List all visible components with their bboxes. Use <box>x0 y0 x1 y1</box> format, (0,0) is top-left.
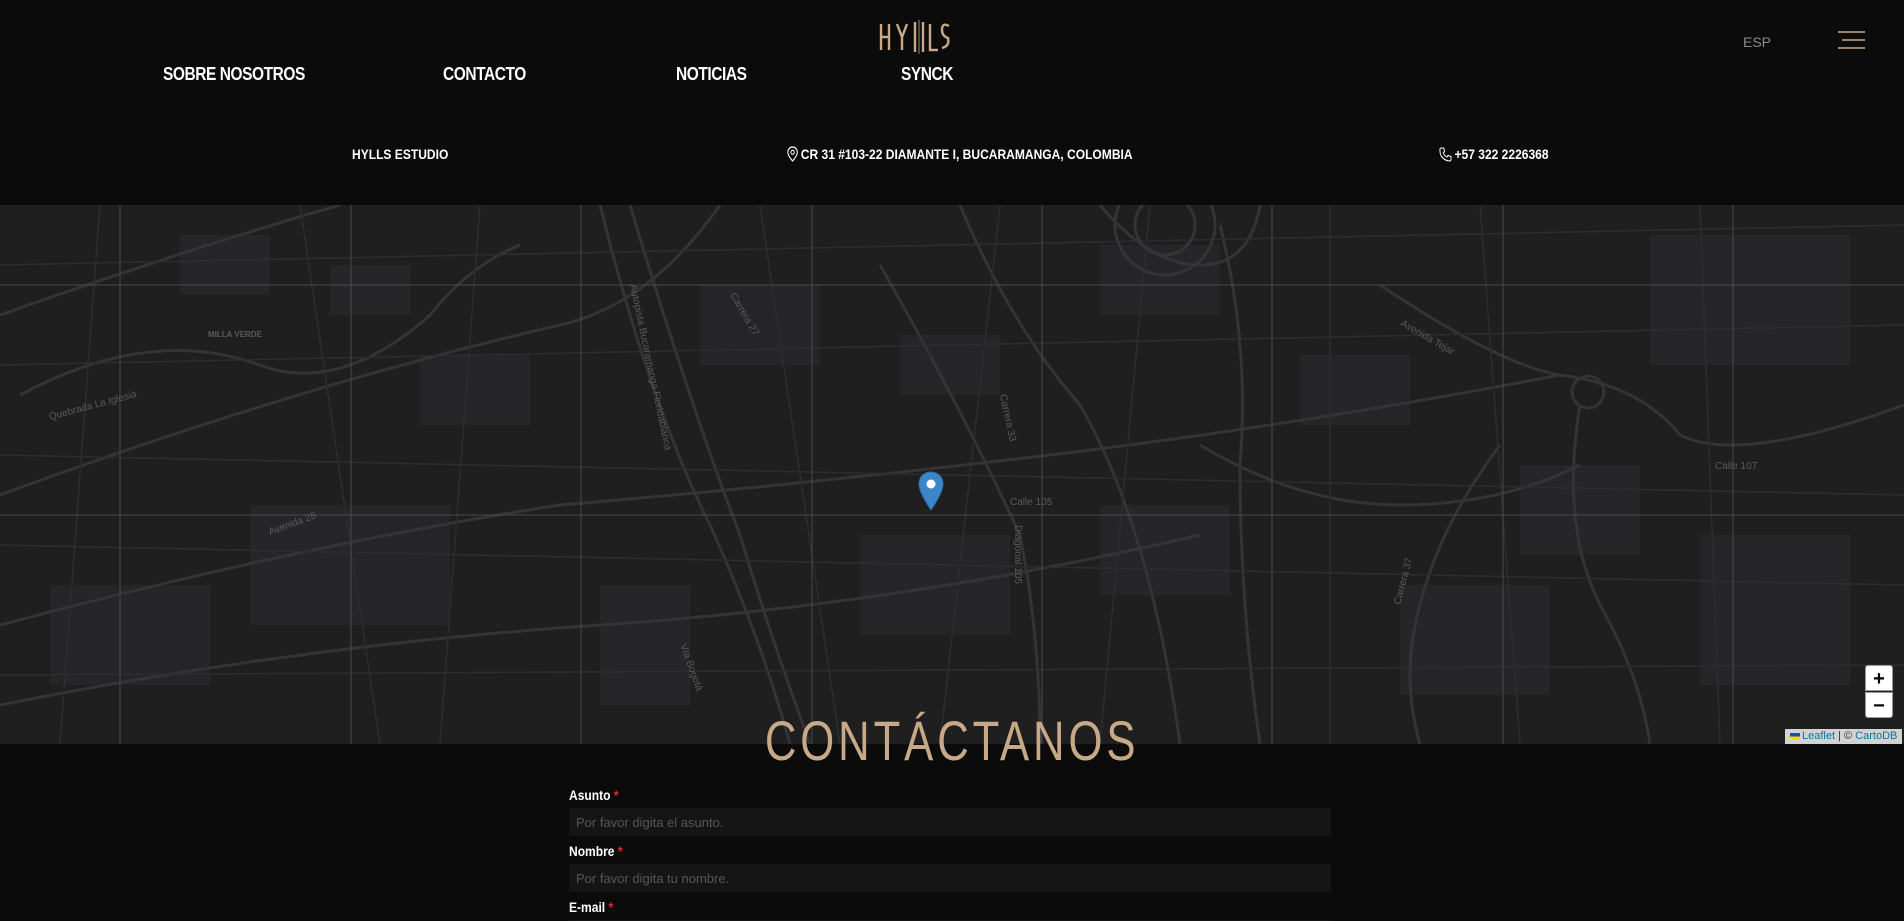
map-label: Calle 105 <box>1010 497 1053 508</box>
nombre-input[interactable] <box>569 864 1331 892</box>
contact-title: CONTÁCTANOS <box>764 709 1140 772</box>
map-label: Diagonal 105 <box>1012 525 1023 584</box>
phone-text: +57 322 2226368 <box>1454 146 1549 162</box>
contact-form: Asunto * Nombre * E-mail * <box>569 786 1331 921</box>
nav-noticias[interactable]: NOTICIAS <box>676 64 747 85</box>
nombre-label: Nombre * <box>569 843 623 859</box>
nav-contacto[interactable]: CONTACTO <box>443 64 526 85</box>
site-header: SOBRE NOSOTROS CONTACTO NOTICIAS SYNCK E… <box>0 0 1904 205</box>
zoom-in-button[interactable]: + <box>1865 665 1893 691</box>
main-nav: SOBRE NOSOTROS CONTACTO NOTICIAS SYNCK <box>0 64 1904 88</box>
contact-info-bar: HYLLS ESTUDIO CR 31 #103-22 DIAMANTE I, … <box>0 146 1904 166</box>
asunto-input[interactable] <box>569 808 1331 836</box>
phone-icon <box>1439 146 1452 162</box>
studio-name: HYLLS ESTUDIO <box>352 146 449 162</box>
email-label: E-mail * <box>569 899 614 915</box>
page: SOBRE NOSOTROS CONTACTO NOTICIAS SYNCK E… <box>0 0 1904 921</box>
asunto-label: Asunto * <box>569 787 619 803</box>
language-selector[interactable]: ESP <box>1743 34 1771 50</box>
map-label: MILLA VERDE <box>208 330 263 339</box>
nav-synck[interactable]: SYNCK <box>901 64 953 85</box>
location-map[interactable]: MILLA VERDE Autopista Bucaramanga Florid… <box>0 205 1904 744</box>
map-label: Calle 107 <box>1715 461 1758 472</box>
hylls-logo[interactable] <box>878 18 952 56</box>
map-marker-icon[interactable] <box>918 471 944 511</box>
location-pin-icon <box>787 146 798 162</box>
map-tiles: MILLA VERDE Autopista Bucaramanga Florid… <box>0 205 1904 744</box>
hamburger-menu-icon[interactable] <box>1838 30 1865 50</box>
address-text: CR 31 #103-22 DIAMANTE I, BUCARAMANGA, C… <box>800 146 1133 162</box>
address-item: CR 31 #103-22 DIAMANTE I, BUCARAMANGA, C… <box>787 146 1133 162</box>
phone-item[interactable]: +57 322 2226368 <box>1439 146 1549 162</box>
nav-sobre-nosotros[interactable]: SOBRE NOSOTROS <box>163 64 305 85</box>
